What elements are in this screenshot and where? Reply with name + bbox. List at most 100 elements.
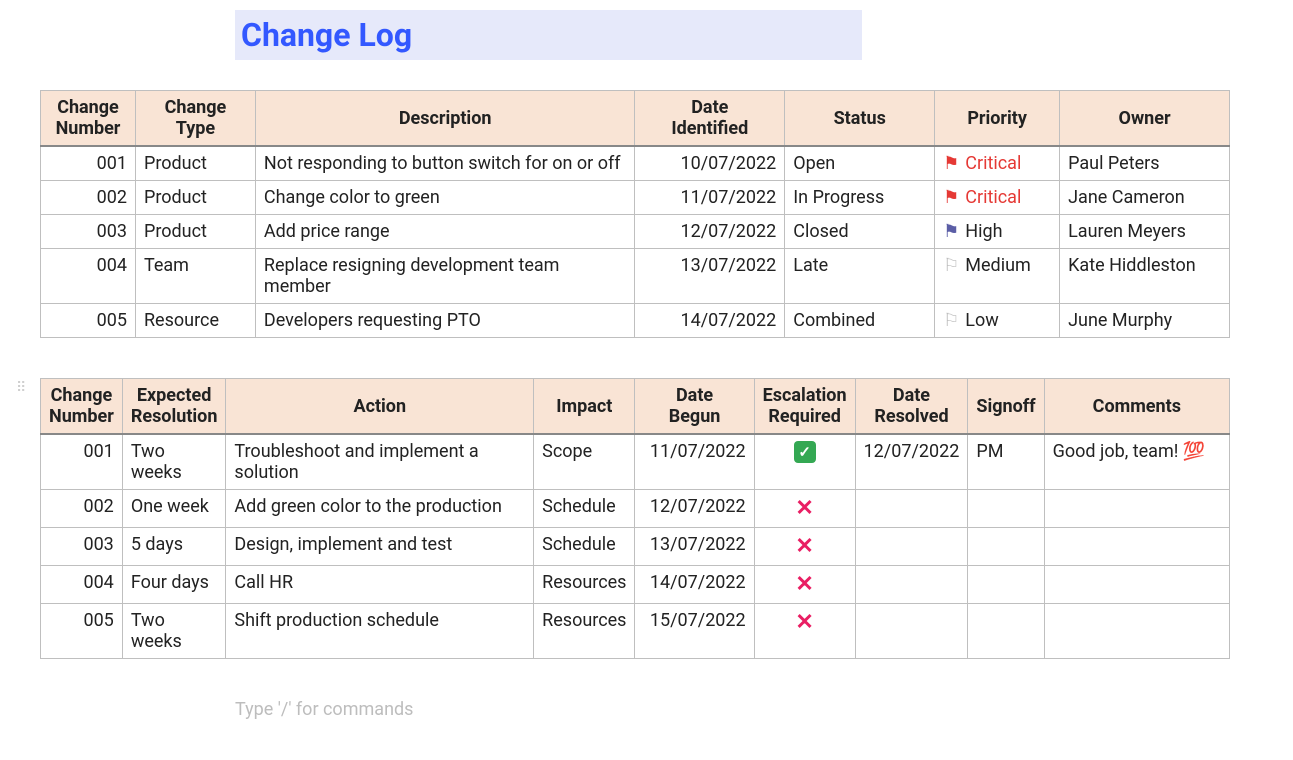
- table-header: Description: [255, 91, 634, 147]
- cell-description: Replace resigning development team membe…: [255, 249, 634, 304]
- cell-signoff: [968, 528, 1044, 566]
- cell-description: Developers requesting PTO: [255, 304, 634, 338]
- cell-date-identified: 14/07/2022: [635, 304, 785, 338]
- cell-change-type: Product: [135, 215, 255, 249]
- drag-handle[interactable]: ⠿: [16, 380, 28, 396]
- cell-priority: ⚑Critical: [935, 181, 1060, 215]
- table-header: ChangeNumber: [41, 91, 136, 147]
- cell-owner: June Murphy: [1060, 304, 1230, 338]
- cell-comments: [1044, 528, 1229, 566]
- cell-escalation: ✕: [754, 566, 855, 604]
- cell-expected-resolution: Two weeks: [122, 604, 226, 659]
- cell-owner: Lauren Meyers: [1060, 215, 1230, 249]
- cell-escalation: ✓: [754, 434, 855, 490]
- table-row[interactable]: 004Four daysCall HRResources14/07/2022✕: [41, 566, 1230, 604]
- cell-change-number: 004: [41, 566, 123, 604]
- cell-change-type: Team: [135, 249, 255, 304]
- cell-expected-resolution: Four days: [122, 566, 226, 604]
- table-row[interactable]: 002One weekAdd green color to the produc…: [41, 490, 1230, 528]
- table-row[interactable]: 005ResourceDevelopers requesting PTO14/0…: [41, 304, 1230, 338]
- table-header: Action: [226, 379, 534, 435]
- cell-status: Open: [785, 146, 935, 181]
- cell-signoff: [968, 604, 1044, 659]
- flag-icon: ⚐: [943, 255, 959, 276]
- cell-description: Add price range: [255, 215, 634, 249]
- table-header: ChangeNumber: [41, 379, 123, 435]
- cell-change-number: 003: [41, 528, 123, 566]
- page-title: Change Log: [235, 10, 862, 60]
- table-row[interactable]: 002ProductChange color to green11/07/202…: [41, 181, 1230, 215]
- table-header: Signoff: [968, 379, 1044, 435]
- change-log-table-1: ChangeNumberChangeTypeDescriptionDateIde…: [40, 90, 1230, 338]
- cell-change-number: 001: [41, 146, 136, 181]
- table-header: Priority: [935, 91, 1060, 147]
- cross-icon: ✕: [795, 610, 813, 635]
- change-log-table-2: ChangeNumberExpectedResolutionActionImpa…: [40, 378, 1230, 659]
- cell-date-resolved: [855, 604, 968, 659]
- table-row[interactable]: 003ProductAdd price range12/07/2022Close…: [41, 215, 1230, 249]
- table-header: DateIdentified: [635, 91, 785, 147]
- table-row[interactable]: 001Two weeksTroubleshoot and implement a…: [41, 434, 1230, 490]
- cell-status: Closed: [785, 215, 935, 249]
- cell-change-type: Resource: [135, 304, 255, 338]
- cell-owner: Kate Hiddleston: [1060, 249, 1230, 304]
- cell-change-type: Product: [135, 181, 255, 215]
- cell-priority: ⚐Low: [935, 304, 1060, 338]
- cell-signoff: [968, 566, 1044, 604]
- cell-action: Design, implement and test: [226, 528, 534, 566]
- flag-icon: ⚑: [943, 153, 959, 174]
- cell-signoff: PM: [968, 434, 1044, 490]
- cell-change-type: Product: [135, 146, 255, 181]
- flag-icon: ⚐: [943, 310, 959, 331]
- cell-date-resolved: 12/07/2022: [855, 434, 968, 490]
- cell-impact: Resources: [534, 604, 635, 659]
- cell-impact: Schedule: [534, 528, 635, 566]
- cell-priority: ⚐Medium: [935, 249, 1060, 304]
- cell-date-resolved: [855, 490, 968, 528]
- cell-signoff: [968, 490, 1044, 528]
- cell-escalation: ✕: [754, 490, 855, 528]
- cell-action: Add green color to the production: [226, 490, 534, 528]
- cell-impact: Scope: [534, 434, 635, 490]
- cell-escalation: ✕: [754, 604, 855, 659]
- cell-action: Call HR: [226, 566, 534, 604]
- table-header: ExpectedResolution: [122, 379, 226, 435]
- cell-description: Not responding to button switch for on o…: [255, 146, 634, 181]
- cell-owner: Paul Peters: [1060, 146, 1230, 181]
- table-row[interactable]: 0035 daysDesign, implement and testSched…: [41, 528, 1230, 566]
- table-row[interactable]: 004TeamReplace resigning development tea…: [41, 249, 1230, 304]
- cell-date-begun: 11/07/2022: [635, 434, 754, 490]
- cell-status: Late: [785, 249, 935, 304]
- command-input[interactable]: Type '/' for commands: [235, 699, 1253, 720]
- cell-date-resolved: [855, 528, 968, 566]
- table-header: Owner: [1060, 91, 1230, 147]
- cell-comments: [1044, 566, 1229, 604]
- cell-escalation: ✕: [754, 528, 855, 566]
- table-row[interactable]: 001ProductNot responding to button switc…: [41, 146, 1230, 181]
- cell-date-identified: 11/07/2022: [635, 181, 785, 215]
- cell-comments: Good job, team! 💯: [1044, 434, 1229, 490]
- cross-icon: ✕: [795, 496, 813, 521]
- cell-description: Change color to green: [255, 181, 634, 215]
- cell-date-identified: 10/07/2022: [635, 146, 785, 181]
- cell-impact: Resources: [534, 566, 635, 604]
- cell-date-begun: 13/07/2022: [635, 528, 754, 566]
- table-header: EscalationRequired: [754, 379, 855, 435]
- check-icon: ✓: [794, 441, 816, 463]
- cell-change-number: 002: [41, 490, 123, 528]
- cell-priority: ⚑Critical: [935, 146, 1060, 181]
- table-row[interactable]: 005Two weeksShift production scheduleRes…: [41, 604, 1230, 659]
- flag-icon: ⚑: [943, 187, 959, 208]
- table-header: ChangeType: [135, 91, 255, 147]
- cell-action: Shift production schedule: [226, 604, 534, 659]
- table-header: Comments: [1044, 379, 1229, 435]
- cell-date-begun: 15/07/2022: [635, 604, 754, 659]
- cell-expected-resolution: Two weeks: [122, 434, 226, 490]
- cell-date-begun: 12/07/2022: [635, 490, 754, 528]
- cell-status: In Progress: [785, 181, 935, 215]
- cell-change-number: 004: [41, 249, 136, 304]
- cell-date-resolved: [855, 566, 968, 604]
- cell-change-number: 001: [41, 434, 123, 490]
- table-header: Status: [785, 91, 935, 147]
- cell-status: Combined: [785, 304, 935, 338]
